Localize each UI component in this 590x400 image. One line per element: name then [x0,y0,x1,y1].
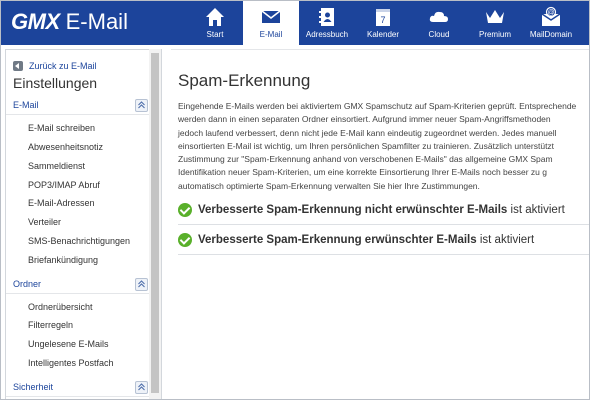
crown-icon [486,10,504,23]
calendar-icon: 7 [376,9,390,26]
back-label: Zurück zu E-Mail [29,60,97,71]
description-line: jedoch laufend verbessert, denn nicht je… [178,127,557,138]
sidebar-item-verteiler[interactable]: Verteiler [28,217,61,227]
nav-cloud[interactable]: Cloud [411,1,467,45]
section-title: E-Mail [13,100,39,110]
collapse-icon[interactable] [135,99,148,112]
status-wanted-spam[interactable]: Verbesserte Spam-Erkennung erwünschter E… [178,233,534,247]
main-content: Spam-Erkennung Eingehende E-Mails werden… [171,49,589,399]
top-navigation-bar: GMX E-Mail Start E-Mail Adressbuch 7 Kale… [1,1,589,45]
sidebar-item-ordneruebersicht[interactable]: Ordnerübersicht [28,302,93,312]
nav-calendar[interactable]: 7 Kalender [355,1,411,45]
section-title: Sicherheit [13,382,54,392]
settings-sidebar: Zurück zu E-Mail Einstellungen E-Mail E-… [5,49,151,399]
content-top-border [171,49,589,50]
description-line: werden dann in einen separaten Ordner ei… [178,114,551,125]
svg-text:@: @ [547,10,554,17]
collapse-icon[interactable] [135,278,148,291]
status-title: Verbesserte Spam-Erkennung erwünschter E… [198,234,477,247]
nav-start[interactable]: Start [187,1,243,45]
sidebar-item-intelligentes-postfach[interactable]: Intelligentes Postfach [28,358,114,368]
section-email-header[interactable]: E-Mail [6,98,150,115]
nav-premium[interactable]: Premium [467,1,523,45]
divider [178,254,589,255]
sidebar-item-email-adressen[interactable]: E-Mail-Adressen [28,198,95,208]
status-suffix: ist aktiviert [507,203,565,216]
home-icon [206,8,224,26]
status-suffix: ist aktiviert [476,233,535,246]
addressbook-icon [319,8,334,26]
back-to-email-link[interactable]: Zurück zu E-Mail [13,57,97,75]
description-line: Identifikation neuer Spam-Kriterien, um … [178,167,547,178]
description-line: Zustimmung zur "Spam-Erkennung anhand vo… [178,154,553,165]
section-sicherheit-header[interactable]: Sicherheit [6,380,150,397]
section-title: Ordner [13,279,42,289]
gmx-logo[interactable]: GMX E-Mail [11,9,128,35]
maildomain-icon: @ [541,6,561,26]
logo-text: GMX [11,9,60,34]
sidebar-item-briefankuendigung[interactable]: Briefankündigung [28,255,98,265]
check-circle-icon [178,203,192,217]
scrollbar-thumb[interactable] [151,53,159,393]
nav-maildomain-label: MailDomain [529,30,573,39]
description-line: automatisch optimierte Spam-Erkennung ve… [178,180,480,191]
description-line: Eingehende E-Mails werden bei aktivierte… [178,101,577,111]
sidebar-item-sms[interactable]: SMS-Benachrichtigungen [28,236,130,246]
sidebar-title: Einstellungen [13,75,98,91]
section-ordner-header[interactable]: Ordner [6,277,150,294]
divider [178,224,589,225]
sidebar-item-ungelesene[interactable]: Ungelesene E-Mails [28,339,109,349]
sidebar-scrollbar[interactable] [149,49,162,399]
app-window: GMX E-Mail Start E-Mail Adressbuch 7 Kale… [0,0,590,400]
product-name: E-Mail [65,9,128,34]
sidebar-item-sammeldienst[interactable]: Sammeldienst [28,161,85,171]
collapse-icon[interactable] [135,381,148,394]
description-text: Eingehende E-Mails werden bei aktivierte… [178,100,589,193]
description-line: einsortierten E-Mail ist wichtig, um Ihr… [178,140,555,151]
page-title: Spam-Erkennung [178,71,311,90]
sidebar-item-email-schreiben[interactable]: E-Mail schreiben [28,123,95,133]
status-unwanted-spam[interactable]: Verbesserte Spam-Erkennung nicht erwünsc… [178,203,565,217]
status-title: Verbesserte Spam-Erkennung nicht erwünsc… [198,204,508,217]
sidebar-item-pop3-imap[interactable]: POP3/IMAP Abruf [28,180,100,190]
sidebar-item-filterregeln[interactable]: Filterregeln [28,320,73,330]
cloud-icon [429,11,448,22]
back-arrow-icon [13,60,23,71]
sidebar-item-abwesenheitsnotiz[interactable]: Abwesenheitsnotiz [28,142,103,152]
nav-email[interactable]: E-Mail [243,1,299,45]
nav-addressbook[interactable]: Adressbuch [299,1,355,45]
nav-maildomain[interactable]: @ MailDomain [523,1,579,45]
calendar-day: 7 [380,15,385,25]
envelope-icon [261,10,281,23]
check-circle-icon [178,233,192,247]
